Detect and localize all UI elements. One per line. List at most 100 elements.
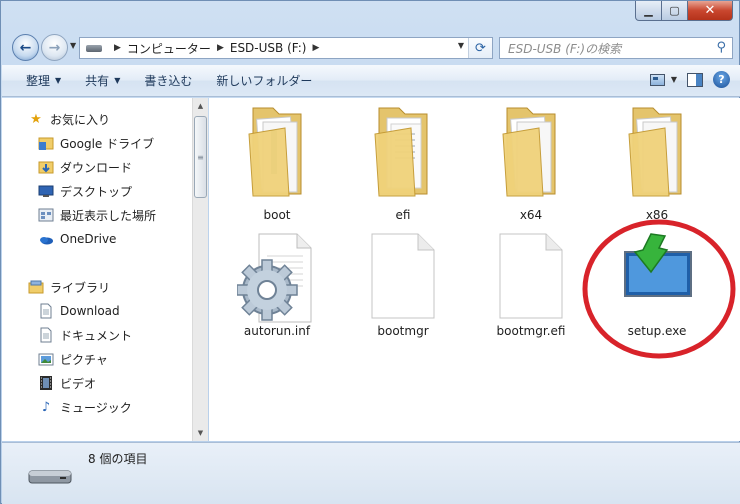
sidebar-scrollbar[interactable]: ▲ ≡ ▼ xyxy=(192,98,208,441)
sidebar-item-onedrive[interactable]: OneDrive xyxy=(38,228,116,250)
settings-file-icon xyxy=(237,233,312,323)
sidebar-item-label: Download xyxy=(60,304,120,318)
folder-item[interactable]: efi xyxy=(343,104,463,222)
minimize-button[interactable]: ▁ xyxy=(635,1,662,21)
sidebar-item-videos[interactable]: ビデオ xyxy=(38,372,96,394)
address-dropdown-icon[interactable]: ▼ xyxy=(458,41,464,50)
sidebar-item-label: ビデオ xyxy=(60,376,97,391)
folder-icon xyxy=(248,107,302,197)
desktop-icon xyxy=(38,183,54,199)
sidebar-libraries-header[interactable]: ライブラリ xyxy=(28,276,110,298)
sidebar-item-desktop[interactable]: デスクトップ xyxy=(38,180,132,202)
usb-drive-icon xyxy=(28,470,72,484)
sidebar-item-label: ミュージック xyxy=(60,400,132,415)
maximize-button[interactable]: ▢ xyxy=(662,1,688,21)
sidebar-item-google-drive[interactable]: Google ドライブ xyxy=(38,132,154,154)
blank-file-icon xyxy=(499,233,563,319)
folder-item[interactable]: x86 xyxy=(597,104,717,222)
back-arrow-icon: ← xyxy=(19,39,32,56)
breadcrumb-separator-icon[interactable]: ▶ xyxy=(114,43,121,53)
sidebar-item-pictures[interactable]: ピクチャ xyxy=(38,348,108,370)
share-label: 共有 xyxy=(85,74,110,88)
sidebar-item-recent-places[interactable]: 最近表示した場所 xyxy=(38,204,156,226)
toolbar-right-controls: ▼ ? xyxy=(649,71,730,88)
preview-pane-icon[interactable] xyxy=(687,72,703,87)
recent-places-icon xyxy=(38,207,54,223)
burn-label: 書き込む xyxy=(144,74,193,88)
sidebar-item-label: 最近表示した場所 xyxy=(60,208,157,223)
folder-item[interactable]: boot xyxy=(217,104,337,222)
view-options-dropdown-icon[interactable]: ▼ xyxy=(671,75,677,84)
folder-item[interactable]: x64 xyxy=(471,104,591,222)
star-icon: ★ xyxy=(30,111,42,127)
sidebar-favorites-header[interactable]: ★ お気に入り xyxy=(28,108,110,130)
sidebar-item-label: ダウンロード xyxy=(60,160,133,175)
documents-icon xyxy=(38,327,54,343)
blank-file-icon xyxy=(371,233,435,319)
file-item[interactable]: bootmgr.efi xyxy=(471,230,591,348)
item-count: 8 個の項目 xyxy=(88,452,148,466)
file-name: bootmgr xyxy=(377,324,429,338)
scroll-thumb[interactable]: ≡ xyxy=(194,116,207,198)
help-icon[interactable]: ? xyxy=(713,71,730,88)
sidebar-item-label: デスクトップ xyxy=(60,184,133,199)
dropdown-arrow-icon: ▼ xyxy=(114,76,121,85)
drive-icon xyxy=(86,44,102,52)
organize-menu[interactable]: 整理 ▼ xyxy=(2,65,73,96)
recent-pages-dropdown[interactable]: ▼ xyxy=(70,41,76,50)
folder-icon xyxy=(374,107,428,197)
sidebar-item-documents[interactable]: ドキュメント xyxy=(38,324,132,346)
breadcrumb-separator-icon[interactable]: ▶ xyxy=(217,43,224,53)
folder-icon xyxy=(502,107,556,197)
search-box[interactable]: ESD-USB (F:)の検索 ⚲ xyxy=(499,37,733,59)
scroll-up-icon[interactable]: ▲ xyxy=(193,98,208,114)
file-name: boot xyxy=(263,208,291,222)
breadcrumb-computer[interactable]: コンピューター xyxy=(127,40,211,57)
sidebar-header-label: お気に入り xyxy=(50,112,111,127)
file-name: x64 xyxy=(519,208,543,222)
file-list: boot efi x64 x86 autorun.inf bootmgr boo… xyxy=(209,98,740,441)
sidebar-item-label: Google ドライブ xyxy=(60,136,155,151)
music-note-icon: ♪ xyxy=(41,399,51,415)
sidebar-item-label: OneDrive xyxy=(60,232,117,246)
navigation-bar: ← → ▼ ▶ コンピューター ▶ ESD-USB (F:) ▶ ▼ ⟳ ESD… xyxy=(9,31,733,63)
file-item[interactable]: autorun.inf xyxy=(217,230,337,348)
document-library-icon xyxy=(38,303,54,319)
search-placeholder: ESD-USB (F:)の検索 xyxy=(508,41,622,56)
downloads-folder-icon xyxy=(38,159,54,175)
scroll-down-icon[interactable]: ▼ xyxy=(193,425,208,441)
share-menu[interactable]: 共有 ▼ xyxy=(73,65,132,96)
address-bar[interactable]: ▶ コンピューター ▶ ESD-USB (F:) ▶ ▼ ⟳ xyxy=(79,37,493,59)
breadcrumb-separator-icon[interactable]: ▶ xyxy=(312,43,319,53)
libraries-icon xyxy=(28,279,44,295)
refresh-icon: ⟳ xyxy=(475,40,486,56)
change-view-icon[interactable] xyxy=(649,73,665,86)
refresh-button[interactable]: ⟳ xyxy=(468,38,492,58)
new-folder-label: 新しいフォルダー xyxy=(216,74,313,88)
sidebar-item-downloads[interactable]: ダウンロード xyxy=(38,156,132,178)
explorer-window: ▁ ▢ ✕ ← → ▼ ▶ コンピューター ▶ ESD-USB (F:) ▶ ▼… xyxy=(0,0,740,504)
file-item[interactable]: bootmgr xyxy=(343,230,463,348)
close-button[interactable]: ✕ xyxy=(688,1,733,21)
file-name: efi xyxy=(395,208,411,222)
dropdown-arrow-icon: ▼ xyxy=(55,76,62,85)
status-bar: 8 個の項目 xyxy=(2,442,740,504)
breadcrumb-drive[interactable]: ESD-USB (F:) xyxy=(230,41,307,55)
search-icon[interactable]: ⚲ xyxy=(716,40,726,55)
sidebar-header-label: ライブラリ xyxy=(50,280,111,295)
burn-button[interactable]: 書き込む xyxy=(132,65,204,96)
forward-button[interactable]: → xyxy=(41,34,68,61)
pictures-icon xyxy=(38,351,54,367)
forward-arrow-icon: → xyxy=(48,39,61,56)
navigation-pane: ★ お気に入り Google ドライブ ダウンロード デスクトップ 最近表示した… xyxy=(2,98,208,441)
sidebar-item-download-library[interactable]: Download xyxy=(38,300,120,322)
folder-icon xyxy=(628,107,682,197)
videos-icon xyxy=(38,375,54,391)
caption-buttons: ▁ ▢ ✕ xyxy=(635,1,733,22)
sidebar-item-music[interactable]: ♪ ミュージック xyxy=(38,396,132,418)
file-name: bootmgr.efi xyxy=(496,324,566,338)
back-button[interactable]: ← xyxy=(12,34,39,61)
file-name: autorun.inf xyxy=(243,324,311,338)
organize-label: 整理 xyxy=(26,74,51,88)
new-folder-button[interactable]: 新しいフォルダー xyxy=(204,65,324,96)
